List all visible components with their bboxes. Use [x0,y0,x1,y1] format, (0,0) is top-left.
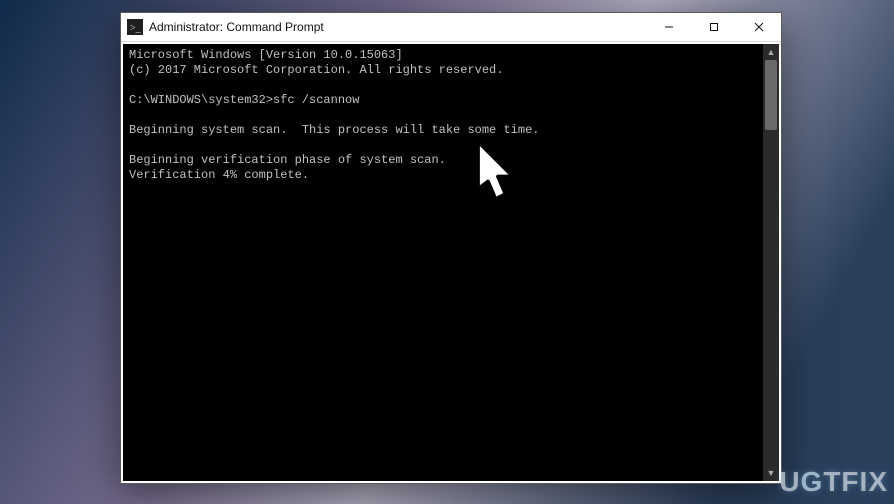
scroll-thumb[interactable] [765,60,777,130]
console-line: Beginning system scan. This process will… [129,123,539,137]
console-line: Beginning verification phase of system s… [129,153,446,167]
titlebar[interactable]: >_ Administrator: Command Prompt [121,13,781,42]
cmd-window: >_ Administrator: Command Prompt Microso… [120,12,782,484]
close-button[interactable] [736,13,781,41]
client-area: Microsoft Windows [Version 10.0.15063] (… [121,42,781,483]
scroll-up-arrow-icon[interactable]: ▲ [763,44,779,60]
cmd-icon: >_ [127,19,143,35]
console-line: Verification 4% complete. [129,168,309,182]
minimize-button[interactable] [646,13,691,41]
maximize-button[interactable] [691,13,736,41]
watermark-text: TFIX [823,466,888,497]
console-line: (c) 2017 Microsoft Corporation. All righ… [129,63,503,77]
watermark-text: G [801,466,824,497]
console-line: C:\WINDOWS\system32>sfc /scannow [129,93,359,107]
vertical-scrollbar[interactable]: ▲ ▼ [763,44,779,481]
console[interactable]: Microsoft Windows [Version 10.0.15063] (… [123,44,779,481]
console-output: Microsoft Windows [Version 10.0.15063] (… [123,44,763,481]
watermark: UGTFIX [779,466,888,498]
watermark-text: U [779,466,800,497]
console-line: Microsoft Windows [Version 10.0.15063] [129,48,403,62]
scroll-down-arrow-icon[interactable]: ▼ [763,465,779,481]
svg-text:>_: >_ [130,23,142,34]
window-title: Administrator: Command Prompt [149,20,324,34]
